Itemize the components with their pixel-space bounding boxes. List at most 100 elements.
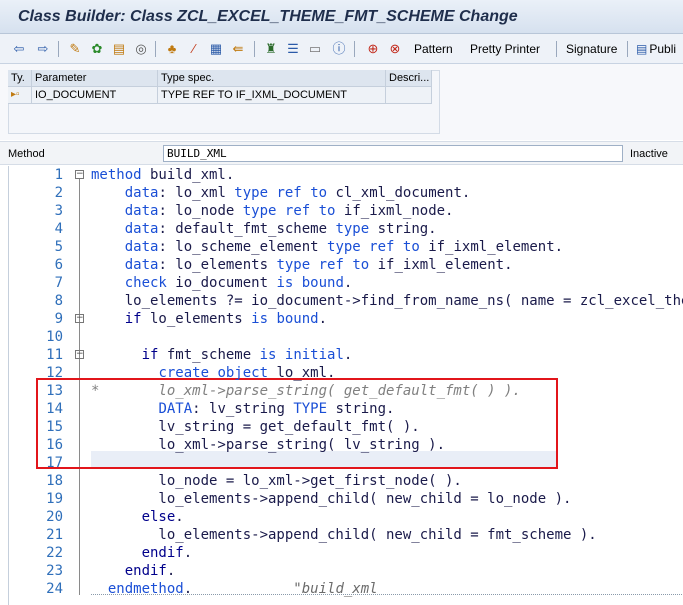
pattern-button[interactable]: Pattern — [414, 40, 453, 58]
display-change-icon[interactable]: ✿ — [88, 40, 106, 58]
fold-toggle-icon[interactable]: − — [75, 350, 84, 359]
column-header-parameter[interactable]: Parameter — [32, 70, 158, 87]
code-line[interactable]: 4 data: default_fmt_scheme type string. — [9, 220, 683, 238]
code-line[interactable]: 23 endif. — [9, 562, 683, 580]
parameter-description[interactable] — [386, 87, 432, 104]
overview-icon[interactable]: ⓘ — [330, 40, 348, 58]
code-line[interactable]: 8 lo_elements ?= io_document->find_from_… — [9, 292, 683, 310]
line-number: 12 — [46, 365, 63, 381]
activate-icon[interactable]: ⁄ — [185, 40, 203, 58]
enhance-icon[interactable]: ☰ — [284, 40, 302, 58]
code-line[interactable]: 14 DATA: lv_string TYPE string. — [9, 400, 683, 418]
back-icon[interactable]: ⇦ — [10, 40, 28, 58]
parameter-type-spec[interactable]: TYPE REF TO IF_IXML_DOCUMENT — [158, 87, 386, 104]
signature-button[interactable]: Signature — [566, 40, 617, 58]
forward-icon[interactable]: ⇨ — [34, 40, 52, 58]
parameter-name[interactable]: IO_DOCUMENT — [32, 87, 158, 104]
code-line[interactable]: 10 — [9, 328, 683, 346]
parameter-table: Ty. Parameter Type spec. Descri... ▸▫ IO… — [8, 70, 440, 104]
code-line[interactable]: 7 check io_document is bound. — [9, 274, 683, 292]
code-text: endmethod. "build_xml — [107, 581, 378, 597]
code-text: lo_node = lo_xml->get_first_node( ). — [91, 473, 462, 489]
code-line[interactable]: 21 lo_elements->append_child( new_child … — [9, 526, 683, 544]
line-number: 16 — [46, 437, 63, 453]
line-number: 1 — [54, 167, 63, 183]
code-text: * lo_xml->parse_string( get_default_fmt(… — [91, 383, 521, 399]
code-text: create object lo_xml. — [158, 365, 336, 381]
method-label: Method — [8, 148, 45, 160]
line-number: 20 — [46, 509, 63, 525]
code-text: data: lo_xml type ref to cl_xml_document… — [124, 185, 471, 201]
line-number: 3 — [54, 203, 63, 219]
status-text: Inactive — [630, 148, 668, 160]
pretty-printer-button[interactable]: Pretty Printer — [470, 40, 540, 58]
code-text: lv_string = get_default_fmt( ). — [91, 419, 420, 435]
column-header-type-spec[interactable]: Type spec. — [158, 70, 386, 87]
column-header-type[interactable]: Ty. — [8, 70, 32, 87]
line-number: 17 — [46, 455, 63, 471]
line-number: 8 — [54, 293, 63, 309]
code-line[interactable]: 13 * lo_xml->parse_string( get_default_fm… — [9, 382, 683, 400]
column-header-description[interactable]: Descri... — [386, 70, 432, 87]
code-line[interactable]: 12 create object lo_xml. — [9, 364, 683, 382]
class-info-icon[interactable]: ▭ — [306, 40, 324, 58]
toolbar-separator — [627, 41, 628, 57]
line-number: 14 — [46, 401, 63, 417]
code-text: endif. — [141, 545, 193, 561]
code-editor[interactable]: 1− method build_xml. 2 data: lo_xml type r… — [8, 166, 683, 605]
code-text: if lo_elements is bound. — [124, 311, 328, 327]
public-label: Publi — [649, 42, 677, 56]
check-icon[interactable]: ♣ — [163, 40, 181, 58]
code-line[interactable]: 15 lv_string = get_default_fmt( ). — [9, 418, 683, 436]
line-number: 11 — [46, 347, 63, 363]
table-header-row: Ty. Parameter Type spec. Descri... — [8, 70, 440, 87]
code-line[interactable]: 3 data: lo_node type ref to if_ixml_node… — [9, 202, 683, 220]
active-inactive-icon[interactable]: ▤ — [110, 40, 128, 58]
table-row[interactable]: ▸▫ IO_DOCUMENT TYPE REF TO IF_IXML_DOCUM… — [8, 87, 440, 104]
code-line[interactable]: 11 − if fmt_scheme is initial. — [9, 346, 683, 364]
title-bar: Class Builder: Class ZCL_EXCEL_THEME_FMT… — [0, 0, 683, 34]
toolbar-separator — [155, 41, 156, 57]
navigation-window-icon[interactable]: ♜ — [262, 40, 280, 58]
code-line[interactable]: 9 − if lo_elements is bound. — [9, 310, 683, 328]
method-name-field[interactable]: BUILD_XML — [163, 145, 623, 162]
code-line[interactable]: 5 data: lo_scheme_element type ref to if… — [9, 238, 683, 256]
code-line[interactable]: 6 data: lo_elements type ref to if_ixml_… — [9, 256, 683, 274]
code-text: data: lo_elements type ref to if_ixml_el… — [124, 257, 513, 273]
code-text: data: default_fmt_scheme type string. — [124, 221, 437, 237]
display-object-list-icon[interactable]: ◎ — [132, 40, 150, 58]
code-text: data: lo_node type ref to if_ixml_node. — [124, 203, 454, 219]
code-line[interactable]: 20 else. — [9, 508, 683, 526]
line-number: 15 — [46, 419, 63, 435]
application-toolbar: ⇦ ⇨ ✎ ✿ ▤ ◎ ♣ ⁄ ▦ ⇚ ♜ ☰ ▭ ⓘ ⊕ ⊗ Pattern … — [0, 34, 683, 64]
code-line[interactable]: 18 lo_node = lo_xml->get_first_node( ). — [9, 472, 683, 490]
code-line[interactable]: 22 endif. — [9, 544, 683, 562]
other-object-icon[interactable]: ✎ — [66, 40, 84, 58]
delete-icon[interactable]: ⊗ — [386, 40, 404, 58]
code-line[interactable]: 1 − method build_xml. — [9, 166, 683, 184]
toolbar-separator — [58, 41, 59, 57]
insert-statement-icon[interactable]: ⊕ — [364, 40, 382, 58]
line-number: 19 — [46, 491, 63, 507]
fold-toggle-icon[interactable]: − — [75, 314, 84, 323]
toolbar-separator — [254, 41, 255, 57]
line-number: 22 — [46, 545, 63, 561]
line-number: 10 — [46, 329, 63, 345]
code-text: check io_document is bound. — [124, 275, 353, 291]
line-number: 2 — [54, 185, 63, 201]
where-used-icon[interactable]: ⇚ — [229, 40, 247, 58]
test-icon[interactable]: ▦ — [207, 40, 225, 58]
public-section-icon: ▤ — [636, 42, 648, 56]
code-line[interactable]: 24 endmethod. "build_xml — [9, 580, 683, 598]
line-number: 7 — [54, 275, 63, 291]
code-text: lo_elements->append_child( new_child = l… — [91, 491, 572, 507]
code-line[interactable]: 2 data: lo_xml type ref to cl_xml_docume… — [9, 184, 683, 202]
fold-toggle-icon[interactable]: − — [75, 170, 84, 179]
public-button[interactable]: ▤ Publi — [636, 40, 676, 58]
method-bar: Method BUILD_XML Inactive — [0, 141, 683, 165]
code-line[interactable]: 17 — [9, 454, 683, 472]
toolbar-separator — [556, 41, 557, 57]
window-title: Class Builder: Class ZCL_EXCEL_THEME_FMT… — [18, 8, 518, 25]
code-line[interactable]: 16 lo_xml->parse_string( lv_string ). — [9, 436, 683, 454]
code-line[interactable]: 19 lo_elements->append_child( new_child … — [9, 490, 683, 508]
